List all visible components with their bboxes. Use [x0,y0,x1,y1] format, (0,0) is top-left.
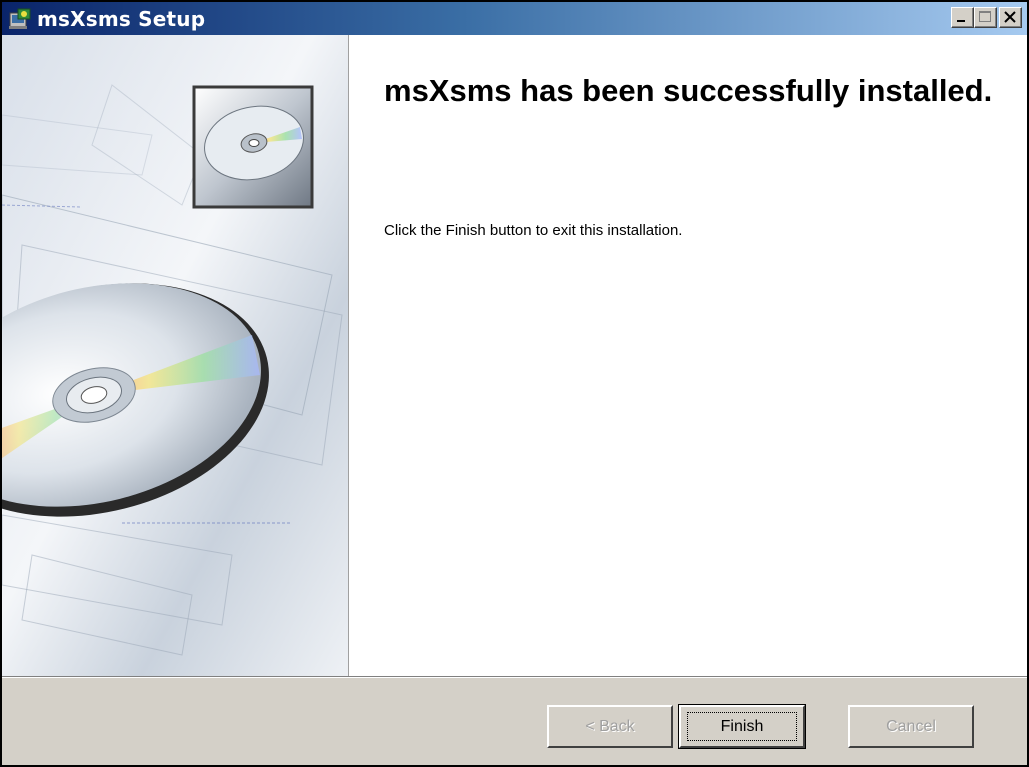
back-button-label: < Back [585,718,635,735]
maximize-icon [979,11,991,22]
finish-button-label: Finish [720,718,764,735]
completion-message: Click the Finish button to exit this ins… [384,222,683,239]
setup-app-icon [9,8,31,29]
cancel-button[interactable]: Cancel [848,705,974,748]
cancel-button-label: Cancel [886,718,936,735]
wizard-content: msXsms has been successfully installed. … [2,35,1027,676]
banner-artwork [2,35,348,676]
title-bar[interactable]: msXsms Setup [2,2,1027,35]
finish-button[interactable]: Finish [678,704,806,749]
close-button[interactable] [999,7,1022,28]
setup-window: msXsms Setup msXsms has been successfull… [0,0,1029,767]
maximize-button[interactable] [974,7,997,28]
cd-box-icon [192,85,314,209]
close-icon [1004,11,1016,23]
window-title: msXsms Setup [37,7,206,31]
completion-heading: msXsms has been successfully installed. [384,73,993,108]
minimize-icon [957,20,965,22]
minimize-button[interactable] [951,7,974,28]
back-button[interactable]: < Back [547,705,673,748]
setup-banner [2,35,349,676]
footer-separator-highlight [2,677,1027,678]
